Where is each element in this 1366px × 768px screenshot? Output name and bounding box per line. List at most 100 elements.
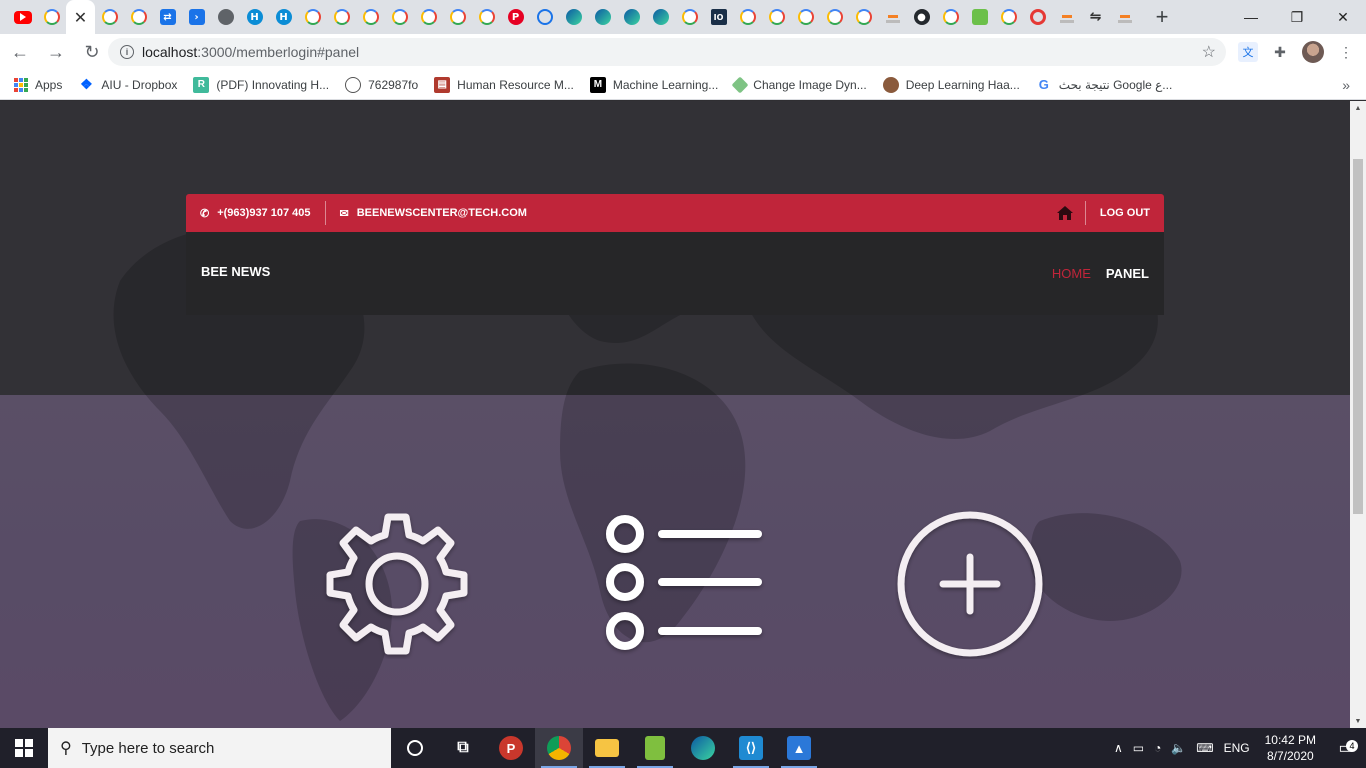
browser-tab[interactable] [443,0,472,34]
restore-button[interactable]: ❐ [1274,0,1320,34]
browser-tab[interactable] [327,0,356,34]
wifi-icon[interactable]: ◔ [1149,741,1166,755]
browser-tab[interactable]: › [182,0,211,34]
email-item[interactable]: ✉ BEENEWSCENTER@TECH.COM [326,194,541,232]
bookmark-item[interactable]: Apps [14,77,62,92]
keyboard-icon[interactable]: ⌨ [1191,741,1218,755]
clock[interactable]: 10:42 PM 8/7/2020 [1255,732,1326,764]
profile-avatar[interactable] [1302,41,1324,63]
browser-tab[interactable] [8,0,37,34]
browser-tab[interactable] [37,0,66,34]
menu-kebab-icon[interactable]: ⋮ [1336,42,1356,62]
browser-tab[interactable] [559,0,588,34]
browser-tab[interactable] [414,0,443,34]
browser-tab[interactable]: H [269,0,298,34]
chevron-up-icon[interactable]: ∧ [1109,741,1128,755]
scrollbar-thumb[interactable] [1353,159,1363,514]
bookmark-item[interactable]: Deep Learning Haa... [882,76,1020,93]
url-text[interactable]: localhost:3000/memberlogin#panel [142,44,359,60]
translate-extension-icon[interactable]: 文 [1238,42,1258,62]
new-tab-button[interactable]: + [1147,2,1177,32]
bookmark-star-icon[interactable]: ☆ [1202,42,1216,62]
browser-tab[interactable] [878,0,907,34]
bookmark-item[interactable]: G نتيجة بحث Google ع... [1036,77,1173,93]
browser-tab[interactable]: IO [704,0,733,34]
notepad-app[interactable] [631,728,679,768]
logout-link[interactable]: LOG OUT [1086,194,1164,232]
browser-tab[interactable] [646,0,675,34]
vscode-app[interactable]: ⟨⟩ [727,728,775,768]
bookmark-item[interactable]: ❖ AIU - Dropbox [78,76,177,93]
browser-tab[interactable]: P [501,0,530,34]
browser-tab[interactable] [385,0,414,34]
start-button[interactable] [0,728,48,768]
browser-tab[interactable] [530,0,559,34]
browser-tab[interactable] [936,0,965,34]
browser-tab[interactable] [588,0,617,34]
plus-circle-icon[interactable] [895,509,1045,659]
site-logo-text[interactable]: BEE NEWS [201,264,270,279]
action-center-button[interactable]: ▭ 4 [1326,738,1366,758]
browser-tab[interactable] [298,0,327,34]
browser-tab[interactable] [791,0,820,34]
browser-tab[interactable] [1110,0,1139,34]
page-scrollbar[interactable]: ▲ ▼ [1350,101,1366,728]
bookmark-item[interactable]: ▤ Human Resource M... [434,76,574,93]
browser-tab[interactable] [1023,0,1052,34]
chrome-app[interactable] [535,728,583,768]
reload-button[interactable]: ↻ [76,36,108,68]
photos-app[interactable]: ▲ [775,728,823,768]
gear-icon[interactable] [322,509,472,659]
browser-tab[interactable] [733,0,762,34]
volume-icon[interactable]: 🔈 [1166,741,1191,755]
browser-tab[interactable] [211,0,240,34]
home-icon[interactable] [1056,206,1073,220]
menu-panel-link[interactable]: PANEL [1106,266,1149,281]
info-icon[interactable]: i [120,45,134,59]
close-window-button[interactable]: ✕ [1320,0,1366,34]
browser-tab[interactable] [994,0,1023,34]
scroll-up-arrow-icon[interactable]: ▲ [1350,101,1366,115]
bookmark-item[interactable]: R (PDF) Innovating H... [193,76,329,93]
browser-tab[interactable] [762,0,791,34]
minimize-button[interactable]: — [1228,0,1274,34]
task-view-button[interactable]: ⧉ [439,728,487,768]
forward-button[interactable]: → [40,36,72,68]
browser-tab[interactable] [472,0,501,34]
browser-tab[interactable]: ⇋ [1081,0,1110,34]
browser-tab[interactable] [965,0,994,34]
browser-tab[interactable] [124,0,153,34]
browser-tab[interactable]: H [240,0,269,34]
browser-tab[interactable] [356,0,385,34]
bookmark-item[interactable]: M Machine Learning... [589,76,718,93]
bookmarks-overflow-button[interactable]: » [1342,77,1350,93]
cortana-button[interactable] [391,728,439,768]
browser-tab[interactable]: ⇄ [153,0,182,34]
postman-app[interactable]: P [487,728,535,768]
address-bar[interactable]: i localhost:3000/memberlogin#panel ☆ [108,38,1226,66]
browser-tab[interactable] [820,0,849,34]
language-indicator[interactable]: ENG [1219,741,1255,755]
list-icon[interactable] [600,509,766,659]
close-icon[interactable]: ✕ [73,8,89,27]
file-explorer-app[interactable] [583,728,631,768]
browser-tab[interactable] [675,0,704,34]
browser-tab[interactable] [849,0,878,34]
browser-tab[interactable]: ● [907,0,936,34]
battery-icon[interactable]: ▭ [1128,741,1149,755]
browser-tab[interactable] [95,0,124,34]
taskbar-search[interactable]: ⚲ Type here to search [48,728,391,768]
google-icon [1000,9,1017,25]
browser-tab[interactable]: ✕ [66,0,95,34]
browser-tab[interactable] [617,0,646,34]
edge-app[interactable] [679,728,727,768]
menu-home-link[interactable]: HOME [1052,266,1091,281]
bookmark-item[interactable]: 762987fo [345,76,418,93]
bookmark-item[interactable]: Change Image Dyn... [731,76,867,93]
scroll-down-arrow-icon[interactable]: ▼ [1350,714,1366,728]
browser-tab[interactable] [1052,0,1081,34]
back-button[interactable]: ← [4,36,36,68]
google-icon [130,9,147,25]
phone-item[interactable]: ✆ +(963)937 107 405 [186,194,325,232]
extensions-puzzle-icon[interactable]: ✚ [1270,42,1290,62]
